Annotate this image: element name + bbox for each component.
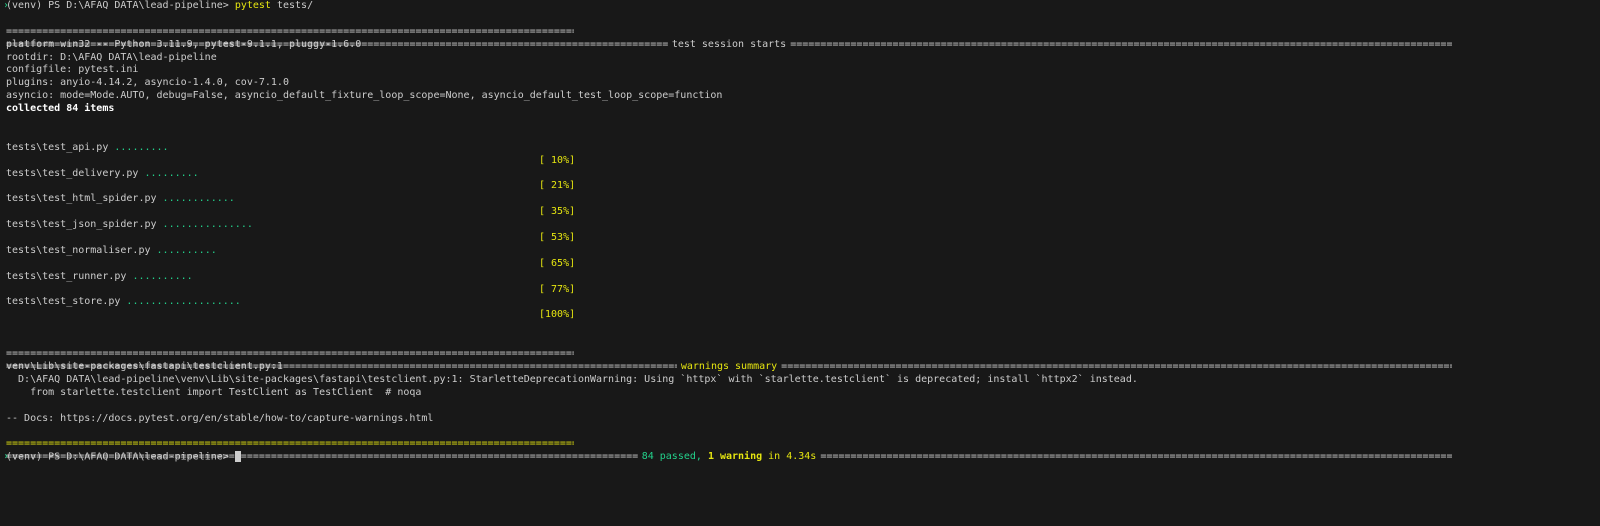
collected-count: collected 84 items xyxy=(6,103,115,115)
warning-message: D:\AFAQ DATA\lead-pipeline\venv\Lib\site… xyxy=(6,373,1138,385)
test-file-name: tests\test_api.py xyxy=(6,141,109,153)
summary-line: ========================================… xyxy=(6,425,1600,462)
command-line: › (venv) PS D:\AFAQ DATA\lead-pipeline> p… xyxy=(3,0,1600,13)
test-percent: [ 53%] xyxy=(539,232,576,244)
test-progress: [ 35%] xyxy=(6,206,1600,219)
test-file-name: tests\test_normaliser.py xyxy=(6,244,151,256)
test-progress: [ 77%] xyxy=(6,284,1600,297)
test-file-name: tests\test_html_spider.py xyxy=(6,193,157,205)
test-dots: .......... xyxy=(132,270,193,282)
test-progress: [ 53%] xyxy=(6,232,1600,245)
info-asyncio: asyncio: mode=Mode.AUTO, debug=False, as… xyxy=(6,90,723,102)
info-platform: platform win32 -- Python 3.11.9, pytest-… xyxy=(6,38,362,50)
test-percent: [ 35%] xyxy=(539,206,576,218)
text-cursor[interactable] xyxy=(234,451,241,463)
test-file-name: tests\test_runner.py xyxy=(6,270,127,282)
rule-wrap: ========================================… xyxy=(6,25,574,37)
test-file-row: tests\test_store.py ................... xyxy=(6,296,1600,309)
test-percent: [ 10%] xyxy=(539,154,576,166)
command-args: tests/ xyxy=(276,0,314,11)
test-dots: .......... xyxy=(156,244,217,256)
prompt-path: PS D:\AFAQ DATA\lead-pipeline> xyxy=(48,0,229,11)
command-name: pytest xyxy=(234,0,271,11)
test-percent: [ 65%] xyxy=(539,257,576,269)
test-file-row: tests\test_runner.py .......... xyxy=(6,271,1600,284)
test-file-name: tests\test_delivery.py xyxy=(6,167,139,179)
test-file-row: tests\test_delivery.py ......... xyxy=(6,168,1600,181)
test-file-row: tests\test_api.py ......... xyxy=(6,142,1600,155)
test-dots: ......... xyxy=(144,167,199,179)
prompt-line[interactable]: › (venv) PS D:\AFAQ DATA\lead-pipeline> xyxy=(3,451,1600,464)
test-progress: [ 10%] xyxy=(6,155,1600,168)
terminal-window[interactable]: › (venv) PS D:\AFAQ DATA\lead-pipeline> p… xyxy=(0,0,1600,464)
test-file-name: tests\test_json_spider.py xyxy=(6,219,157,231)
test-file-row: tests\test_normaliser.py .......... xyxy=(6,245,1600,258)
docs-link[interactable]: -- Docs: https://docs.pytest.org/en/stab… xyxy=(6,413,1600,426)
prompt-indicator: › xyxy=(3,0,10,11)
test-percent: [100%] xyxy=(539,309,576,321)
test-file-name: tests\test_store.py xyxy=(6,296,121,308)
test-dots: ............... xyxy=(162,219,253,231)
test-progress: [ 21%] xyxy=(6,180,1600,193)
info-rootdir: rootdir: D:\AFAQ DATA\lead-pipeline xyxy=(6,51,217,63)
prompt-venv: (venv) xyxy=(6,0,43,11)
test-percent: [ 21%] xyxy=(539,180,576,192)
warning-source: from starlette.testclient import TestCli… xyxy=(6,386,422,398)
test-progress: [100%] xyxy=(6,309,1600,322)
info-configfile: configfile: pytest.ini xyxy=(6,64,139,76)
test-percent: [ 77%] xyxy=(539,283,576,295)
rule-wrap: ========================================… xyxy=(6,438,574,450)
session-header: ========================================… xyxy=(6,13,1600,50)
rule-wrap: ========================================… xyxy=(6,348,574,360)
warning-location: venv\Lib\site-packages\fastapi\testclien… xyxy=(6,360,283,372)
prompt-indicator: › xyxy=(3,451,10,463)
test-progress: [ 65%] xyxy=(6,258,1600,271)
test-dots: ......... xyxy=(114,141,169,153)
warnings-header: ========================================… xyxy=(6,335,1600,372)
test-dots: ................... xyxy=(126,296,241,308)
info-plugins: plugins: anyio-4.14.2, asyncio-1.4.0, co… xyxy=(6,77,289,89)
test-dots: ............ xyxy=(162,193,235,205)
prompt-venv: (venv) xyxy=(6,451,43,463)
prompt-path: PS D:\AFAQ DATA\lead-pipeline> xyxy=(48,451,229,463)
test-file-row: tests\test_json_spider.py ..............… xyxy=(6,219,1600,232)
test-file-row: tests\test_html_spider.py ............ xyxy=(6,193,1600,206)
